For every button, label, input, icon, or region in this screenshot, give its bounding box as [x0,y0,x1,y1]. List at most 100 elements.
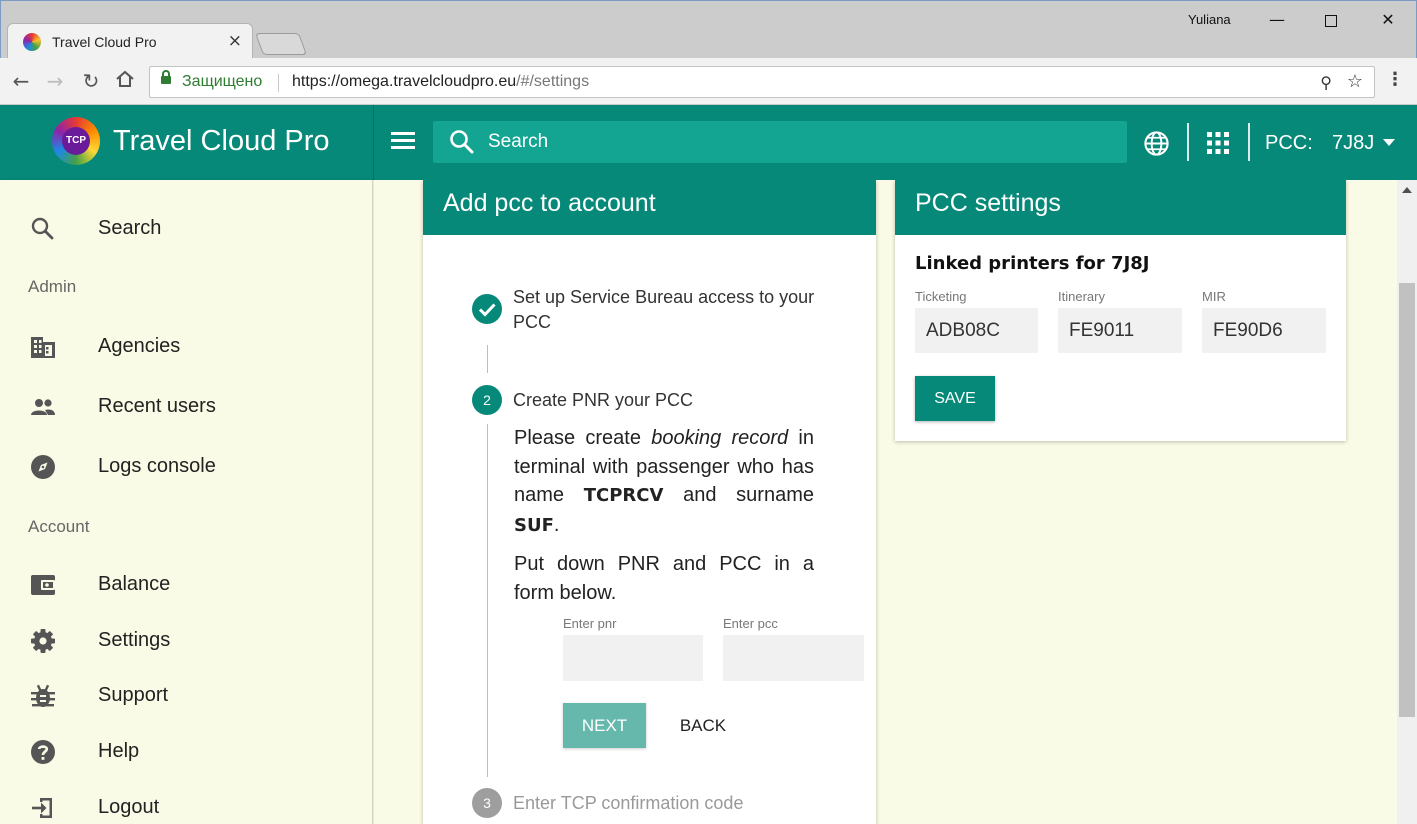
save-button[interactable]: SAVE [915,376,995,421]
step-3-number: 3 [472,788,502,818]
sidebar-item-search[interactable]: Search [0,204,372,252]
global-search[interactable] [433,121,1127,163]
sidebar-item-label: Search [98,217,162,239]
card-header: Add pcc to account [423,180,876,235]
url-text: https://omega.travelcloudpro.eu/#/settin… [292,73,589,91]
sidebar-item-recent-users[interactable]: Recent users [0,382,372,430]
brand[interactable]: TCP Travel Cloud Pro [0,105,373,180]
pnr-label: Enter pnr [563,616,617,631]
brand-logo-icon: TCP [52,117,100,165]
instruction-emphasis: booking record [651,427,789,449]
sidebar-item-label: Agencies [98,335,181,357]
close-window-button[interactable]: ✕ [1365,5,1411,35]
mir-input[interactable] [1202,308,1326,353]
scrollbar-thumb[interactable] [1399,283,1415,717]
lock-icon [161,70,171,84]
menu-icon[interactable] [391,132,415,152]
pnr-input[interactable] [563,635,703,681]
add-pcc-card: Add pcc to account Set up Service Bureau… [423,180,876,824]
search-input[interactable] [488,129,1088,155]
header-divider [373,105,374,180]
address-separator [278,74,279,92]
tab-close-icon[interactable]: × [228,31,242,51]
bug-icon [31,684,55,707]
brand-name: Travel Cloud Pro [113,125,330,157]
browser-tab[interactable]: Travel Cloud Pro × [7,23,253,60]
instruction-text: Please create [514,427,652,449]
itinerary-input[interactable] [1058,308,1182,353]
pcc-selector[interactable]: 7J8J [1332,132,1374,155]
browser-menu-icon[interactable]: ⋮ [1386,69,1404,90]
home-icon[interactable] [113,69,137,93]
step-1-done-icon [472,294,502,324]
page-scrollbar[interactable] [1397,180,1417,824]
card-title: Add pcc to account [443,189,656,217]
ticketing-input[interactable] [915,308,1038,353]
chevron-down-icon[interactable] [1383,139,1395,146]
maximize-icon [1325,14,1337,27]
logout-icon [32,798,52,818]
ticketing-label: Ticketing [915,289,967,304]
header-separator [1187,123,1189,161]
wallet-icon [31,575,55,595]
sidebar-item-balance[interactable]: Balance [0,560,372,608]
back-arrow-icon[interactable]: ← [9,69,33,93]
scroll-up-icon[interactable] [1402,187,1412,193]
sidebar-item-settings[interactable]: Settings [0,616,372,664]
back-button[interactable]: BACK [668,703,738,748]
pcc-label: PCC: [1265,132,1313,154]
mir-label: MIR [1202,289,1226,304]
sidebar-item-label: Help [98,740,140,762]
browser-titlebar: Travel Cloud Pro × Yuliana — ✕ [0,0,1417,60]
compass-icon [31,455,55,479]
instruction-paragraph-1: Please create booking record in terminal… [514,424,814,540]
search-icon [450,130,474,154]
sidebar-item-label: Recent users [98,395,216,417]
minimize-button[interactable]: — [1254,5,1300,35]
address-bar[interactable]: Защищено https://omega.travelcloudpro.eu… [149,66,1375,98]
checkmark-icon [478,303,496,317]
sidebar-section-admin: Admin [28,277,77,296]
tab-title: Travel Cloud Pro [52,34,157,50]
step-1-title: Set up Service Bureau access to your PCC [513,287,815,332]
sidebar-item-label: Logout [98,796,160,818]
sidebar: Search Admin Agencies Recent users Logs … [0,180,373,824]
reload-icon[interactable]: ↻ [79,69,103,93]
passenger-name: TCPRCV [583,485,664,506]
key-icon[interactable]: ⚲ [1320,73,1332,92]
step-connector [487,424,488,777]
secure-label: Защищено [182,73,263,90]
search-icon [31,217,54,240]
app-header: TCP Travel Cloud Pro PCC: 7J8J [0,105,1417,180]
logo-text: TCP [62,127,90,155]
step-2-title: Create PNR your PCC [513,390,694,410]
sidebar-item-label: Settings [98,629,171,651]
url-host: https://omega.travelcloudpro.eu [292,73,517,90]
url-path: /#/settings [516,73,590,90]
step-connector [487,345,488,373]
maximize-button[interactable] [1308,5,1354,35]
instruction-text: . [553,513,560,536]
bookmark-star-icon[interactable]: ☆ [1347,71,1363,92]
building-icon [31,337,55,358]
step-2-instructions: Please create booking record in terminal… [514,424,814,617]
sidebar-item-label: Logs console [98,455,216,477]
people-icon [31,399,55,415]
globe-icon[interactable] [1143,130,1170,157]
forward-arrow-icon[interactable]: → [43,69,67,93]
next-button[interactable]: NEXT [563,703,646,748]
window-user-name: Yuliana [1188,12,1231,27]
favicon-icon [23,33,41,51]
card-title: PCC settings [915,189,1061,217]
sidebar-item-support[interactable]: Support [0,671,372,719]
sidebar-item-logout[interactable]: Logout [0,783,372,824]
pcc-input[interactable] [723,635,864,681]
new-tab-button[interactable] [254,33,308,55]
sidebar-item-logs-console[interactable]: Logs console [0,442,372,490]
apps-grid-icon[interactable] [1207,132,1229,154]
main-content: Add pcc to account Set up Service Bureau… [374,180,1397,824]
instruction-text: and surname [663,484,814,506]
gear-icon [31,629,55,653]
sidebar-item-agencies[interactable]: Agencies [0,322,372,370]
sidebar-item-help[interactable]: Help [0,727,372,775]
